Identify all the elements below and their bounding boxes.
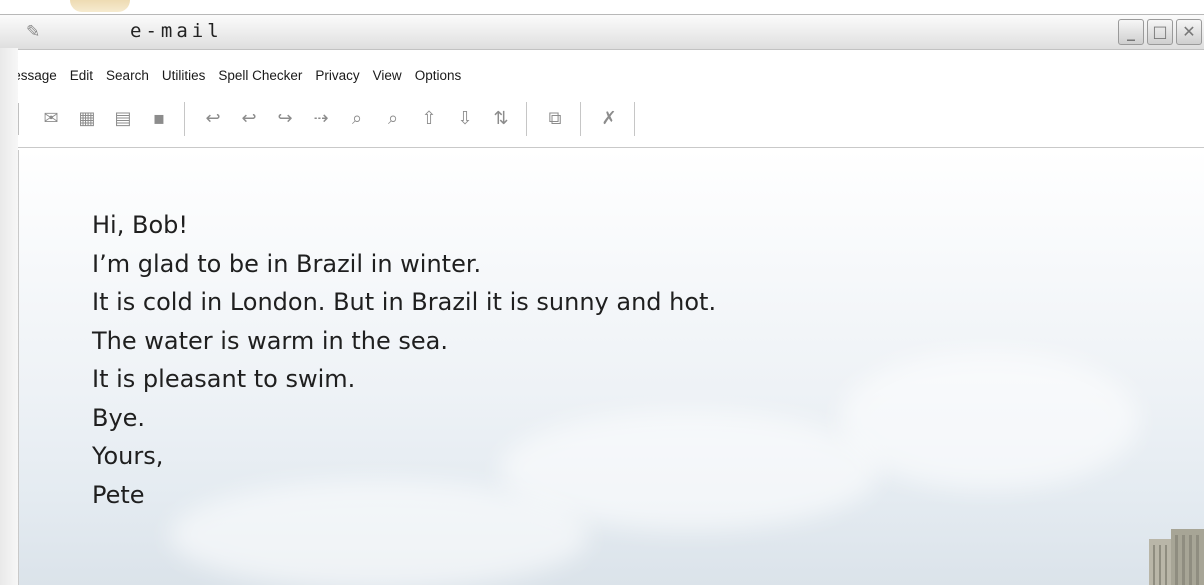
cancel-icon[interactable]: ✗ — [596, 106, 622, 132]
message-line: It is cold in London. But in Brazil it i… — [92, 288, 717, 316]
new-message-icon[interactable]: ✉ — [38, 106, 64, 132]
minimize-icon: _ — [1127, 22, 1135, 41]
menu-search[interactable]: Search — [106, 68, 149, 83]
reply-icon[interactable]: ↩ — [200, 106, 226, 132]
message-line: Bye. — [92, 403, 146, 432]
redirect-icon[interactable]: ⇢ — [308, 106, 334, 132]
menu-options[interactable]: Options — [415, 68, 462, 83]
corner-decoration — [70, 0, 130, 12]
message-line: Hi, Bob! — [92, 211, 188, 239]
cloud-decoration — [839, 350, 1139, 490]
title-bar[interactable]: ✎ e-mail _ □ ✕ — [0, 14, 1204, 50]
receive-icon[interactable]: ⇩ — [452, 106, 478, 132]
open-mailbox-icon[interactable]: ▦ — [74, 106, 100, 132]
delete-icon[interactable]: ▤ — [110, 106, 136, 132]
message-line: Pete — [92, 480, 145, 509]
forward-icon[interactable]: ↪ — [272, 106, 298, 132]
menu-utilities[interactable]: Utilities — [162, 68, 206, 83]
window-title: e-mail — [130, 20, 223, 42]
toolbar-divider — [18, 147, 1204, 148]
menu-view[interactable]: View — [373, 68, 402, 83]
pin-icon[interactable]: ✎ — [26, 22, 46, 42]
send-receive-icon[interactable]: ⇅ — [488, 106, 514, 132]
close-icon: ✕ — [1182, 22, 1196, 41]
maximize-button[interactable]: □ — [1147, 19, 1173, 45]
maximize-icon: □ — [1152, 22, 1168, 41]
find-next-icon[interactable]: ⌕ — [380, 106, 406, 132]
message-line: It is pleasant to swim. — [92, 365, 356, 393]
attach-icon[interactable]: ⧉ — [542, 106, 568, 132]
toolbar-separator — [634, 102, 638, 136]
minimize-button[interactable]: _ — [1118, 19, 1144, 45]
window-controls: _ □ ✕ — [1118, 19, 1202, 45]
menu-bar: Message Edit Search Utilities Spell Chec… — [0, 60, 1204, 90]
save-icon[interactable]: ▪ — [146, 106, 172, 132]
message-line: Yours, — [92, 442, 164, 470]
message-line: I’m glad to be in Brazil in winter. — [92, 249, 482, 278]
reply-all-icon[interactable]: ↩ — [236, 106, 262, 132]
menu-privacy[interactable]: Privacy — [315, 68, 359, 83]
building-image — [1149, 529, 1204, 585]
menu-edit[interactable]: Edit — [70, 68, 93, 83]
find-icon[interactable]: ⌕ — [344, 106, 370, 132]
send-icon[interactable]: ⇧ — [416, 106, 442, 132]
message-body[interactable]: Hi, Bob! I’m glad to be in Brazil in win… — [18, 150, 1204, 585]
close-button[interactable]: ✕ — [1176, 19, 1202, 45]
email-window: ✎ e-mail _ □ ✕ Message Edit Search Utili… — [0, 0, 1204, 585]
menu-spell-checker[interactable]: Spell Checker — [218, 68, 302, 83]
toolbar-grip[interactable] — [18, 103, 23, 135]
toolbar-separator — [184, 102, 188, 136]
message-text: Hi, Bob! I’m glad to be in Brazil in win… — [92, 206, 716, 514]
toolbar-separator — [580, 102, 584, 136]
toolbar: ✉ ▦ ▤ ▪ ↩ ↩ ↪ ⇢ ⌕ ⌕ ⇧ ⇩ ⇅ ⧉ ✗ — [18, 96, 1204, 142]
message-line: The water is warm in the sea. — [92, 326, 448, 355]
window-left-border — [0, 48, 18, 585]
toolbar-separator — [526, 102, 530, 136]
